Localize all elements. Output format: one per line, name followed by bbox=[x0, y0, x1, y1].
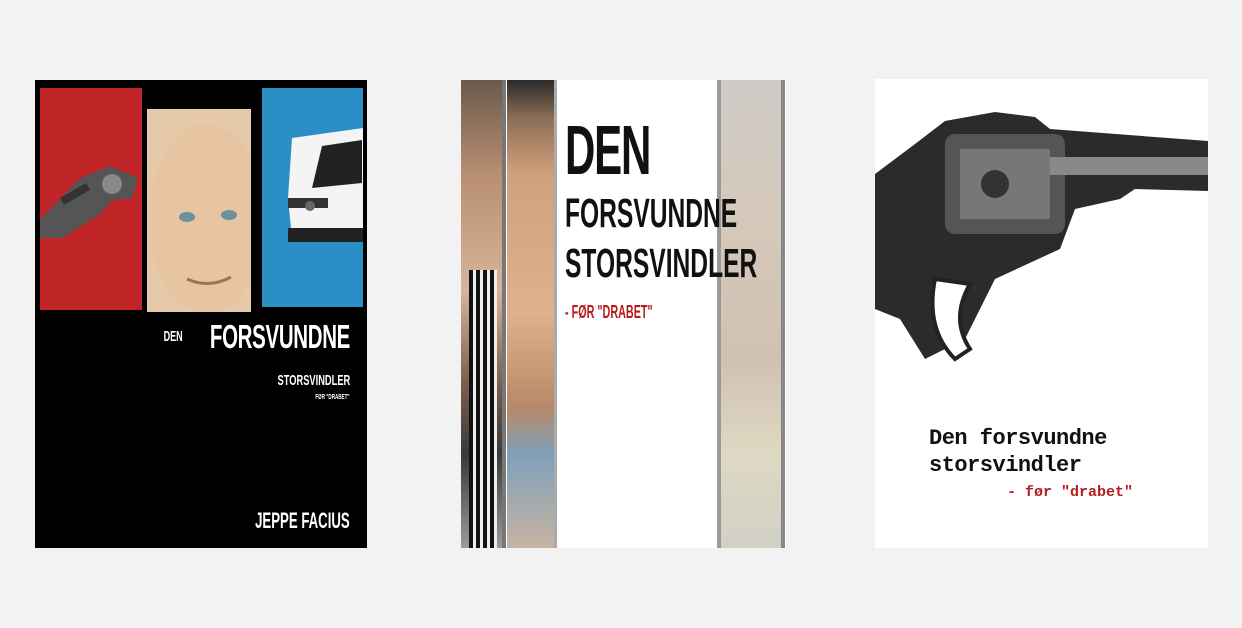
title-forsvundne: FORSVUNDNE bbox=[565, 190, 738, 236]
subtitle: - FØR "DRABET" bbox=[565, 302, 653, 322]
strip-divider bbox=[781, 80, 785, 548]
title-den: DEN bbox=[565, 111, 651, 189]
title-line-1: Den forsvundne bbox=[929, 426, 1107, 451]
subtitle: - før "drabet" bbox=[1007, 484, 1134, 501]
face-photo bbox=[147, 109, 265, 314]
subtitle: FØR "DRABET" bbox=[315, 394, 350, 401]
blue-panel bbox=[262, 88, 363, 307]
van-icon bbox=[288, 128, 363, 242]
strip-divider bbox=[554, 80, 557, 548]
photo-strip-2 bbox=[507, 80, 554, 548]
title-forsvundne: FORSVUNDNE bbox=[209, 318, 350, 355]
cover-design-1[interactable]: DEN FORSVUNDNE STORSVINDLER FØR "DRABET"… bbox=[35, 80, 367, 548]
title-den: DEN bbox=[163, 328, 183, 345]
revolver-icon bbox=[875, 112, 1208, 362]
title-storsvindler: STORSVINDLER bbox=[565, 240, 758, 286]
revolver-icon bbox=[40, 166, 138, 238]
cover-design-2[interactable]: DEN FORSVUNDNE STORSVINDLER - FØR "DRABE… bbox=[461, 80, 786, 548]
photo-strip-3 bbox=[721, 80, 781, 548]
striped-scarf bbox=[469, 270, 497, 548]
strip-divider bbox=[502, 80, 506, 548]
face-image bbox=[149, 124, 265, 314]
author-name: JEPPE FACIUS bbox=[255, 508, 350, 533]
cover-design-3[interactable]: Den forsvundne storsvindler - før "drabe… bbox=[875, 79, 1208, 548]
photo-strip-1 bbox=[461, 80, 502, 548]
title-storsvindler: STORSVINDLER bbox=[277, 372, 350, 389]
title-line-2: storsvindler bbox=[929, 453, 1082, 478]
